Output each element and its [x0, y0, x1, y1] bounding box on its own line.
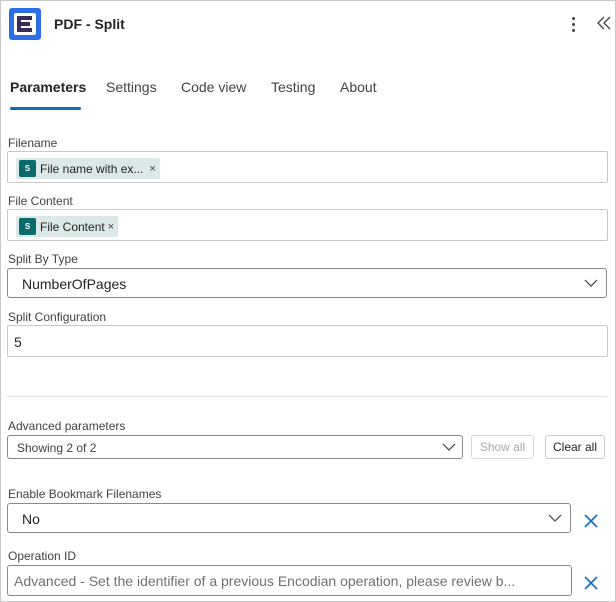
bookmark-filenames-label: Enable Bookmark Filenames — [8, 487, 162, 501]
sharepoint-icon: S — [19, 160, 36, 177]
encodian-logo-icon — [9, 8, 41, 40]
remove-token-icon[interactable]: × — [108, 221, 114, 233]
advanced-parameters-label: Advanced parameters — [8, 419, 126, 433]
bookmark-filenames-dropdown[interactable]: No — [7, 503, 571, 533]
chevron-down-icon — [548, 514, 562, 522]
split-configuration-input[interactable]: 5 — [7, 325, 608, 357]
sharepoint-icon: S — [19, 218, 36, 235]
filename-label: Filename — [8, 136, 58, 150]
active-tab-indicator — [10, 107, 81, 110]
split-configuration-label: Split Configuration — [8, 310, 107, 324]
chevron-down-icon — [442, 443, 456, 451]
tab-testing[interactable]: Testing — [271, 79, 315, 95]
file-content-field[interactable]: S File Content × — [7, 209, 608, 241]
split-by-type-label: Split By Type — [8, 252, 78, 266]
filename-token[interactable]: S File name with ex... × — [16, 158, 160, 179]
token-label: File name with ex... — [40, 161, 144, 176]
file-content-label: File Content — [8, 194, 73, 208]
more-vertical-icon[interactable] — [567, 14, 579, 34]
section-divider — [7, 396, 607, 397]
tab-about[interactable]: About — [340, 79, 377, 95]
split-by-type-dropdown[interactable]: NumberOfPages — [7, 268, 607, 298]
remove-token-icon[interactable]: × — [149, 163, 155, 175]
panel-header: PDF - Split — [1, 1, 615, 47]
filename-field[interactable]: S File name with ex... × — [7, 151, 608, 183]
bookmark-filenames-value: No — [22, 511, 40, 527]
operation-id-input[interactable]: Advanced - Set the identifier of a previ… — [7, 565, 572, 596]
split-by-type-value: NumberOfPages — [22, 276, 127, 292]
split-configuration-value: 5 — [14, 334, 22, 350]
remove-parameter-icon[interactable] — [583, 575, 599, 591]
page-title: PDF - Split — [54, 16, 125, 32]
operation-id-label: Operation ID — [8, 549, 77, 563]
show-all-button[interactable]: Show all — [471, 435, 534, 459]
tab-settings[interactable]: Settings — [106, 79, 157, 95]
chevron-down-icon — [584, 279, 598, 287]
tab-parameters[interactable]: Parameters — [10, 79, 86, 95]
token-label: File Content — [40, 219, 105, 234]
advanced-parameters-dropdown[interactable]: Showing 2 of 2 — [7, 435, 463, 459]
advanced-parameters-value: Showing 2 of 2 — [17, 441, 97, 455]
tab-bar: Parameters Settings Code view Testing Ab… — [1, 77, 615, 111]
operation-id-placeholder: Advanced - Set the identifier of a previ… — [14, 573, 516, 589]
tab-code-view[interactable]: Code view — [181, 79, 246, 95]
remove-parameter-icon[interactable] — [583, 513, 599, 529]
file-content-token[interactable]: S File Content × — [16, 216, 119, 237]
clear-all-button[interactable]: Clear all — [545, 435, 605, 459]
double-chevron-left-icon[interactable] — [595, 12, 613, 34]
action-panel: PDF - Split Parameters Settings Code vie… — [0, 0, 616, 602]
